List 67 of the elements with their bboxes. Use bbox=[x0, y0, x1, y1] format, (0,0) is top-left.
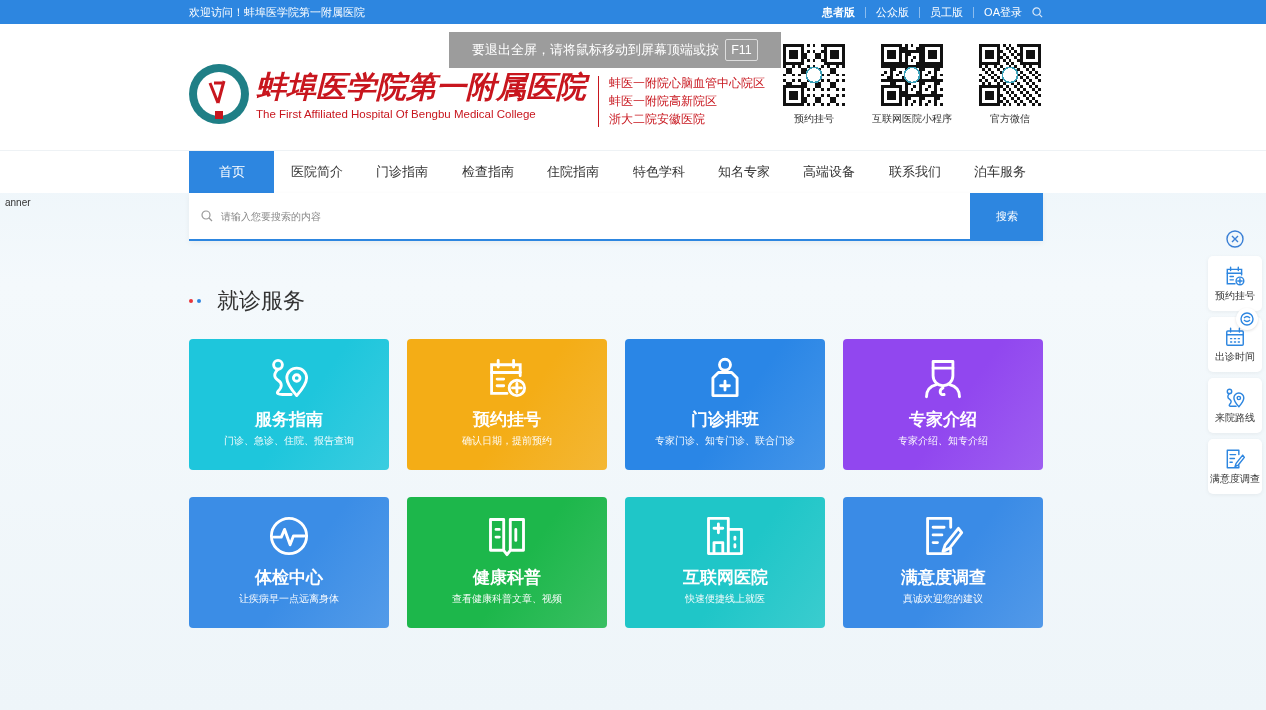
section-title: 就诊服务 bbox=[217, 287, 305, 315]
search-button[interactable]: 搜索 bbox=[970, 193, 1043, 239]
card-title: 预约挂号 bbox=[473, 409, 541, 431]
search-field[interactable]: 请输入您要搜索的内容 bbox=[219, 209, 970, 223]
title-dot bbox=[197, 299, 201, 303]
qr-code bbox=[783, 44, 845, 106]
calendar-icon bbox=[1224, 325, 1246, 348]
sync-icon bbox=[1240, 312, 1254, 326]
heartbeat-icon bbox=[267, 514, 311, 558]
card-title: 满意度调查 bbox=[900, 567, 986, 589]
calendar-icon bbox=[1224, 264, 1246, 287]
qr-code bbox=[979, 44, 1041, 106]
service-card[interactable]: 满意度调查 真诚欢迎您的建议 bbox=[843, 497, 1043, 628]
version-link[interactable]: OA登录 bbox=[973, 6, 1032, 18]
route-icon bbox=[1224, 386, 1246, 409]
nav-tab[interactable]: 医院简介 bbox=[274, 151, 360, 193]
nav-tab[interactable]: 泊车服务 bbox=[957, 151, 1043, 193]
qr-label: 预约挂号 bbox=[794, 112, 834, 126]
version-link[interactable]: 员工版 bbox=[919, 6, 974, 18]
search-icon[interactable] bbox=[1032, 6, 1043, 18]
hospital-english-name: The First Affiliated Hospital Of Bengbu Medical College bbox=[256, 108, 537, 120]
card-title: 门诊排班 bbox=[691, 409, 759, 431]
search-icon bbox=[201, 210, 213, 222]
version-link[interactable]: 患者版 bbox=[812, 6, 866, 18]
service-card[interactable]: 体检中心 让疾病早一点远离身体 bbox=[189, 497, 389, 628]
card-title: 体检中心 bbox=[255, 567, 323, 589]
card-subtitle: 门诊、急诊、住院、报告查询 bbox=[224, 435, 354, 448]
nav-tab[interactable]: 住院指南 bbox=[530, 151, 616, 193]
campus-link[interactable]: 蚌医一附院心脑血管中心院区 bbox=[609, 75, 765, 91]
service-card[interactable]: 门诊排班 专家门诊、知专门诊、联合门诊 bbox=[625, 339, 825, 470]
card-subtitle: 确认日期，提前预约 bbox=[462, 435, 552, 448]
campus-link[interactable]: 蚌医一附院高新院区 bbox=[609, 93, 765, 109]
qr-label: 官方微信 bbox=[990, 112, 1030, 126]
nav-tab[interactable]: 联系我们 bbox=[872, 151, 958, 193]
nav-tab[interactable]: 特色学科 bbox=[616, 151, 702, 193]
campus-link[interactable]: 浙大二院安徽医院 bbox=[609, 111, 765, 127]
card-title: 服务指南 bbox=[255, 409, 323, 431]
nav-tab[interactable]: 高端设备 bbox=[786, 151, 873, 193]
side-shortcut[interactable]: 出诊时间 bbox=[1208, 317, 1262, 372]
card-subtitle: 查看健康科普文章、视频 bbox=[452, 593, 562, 606]
nav-tab[interactable]: 门诊指南 bbox=[359, 151, 446, 193]
key-hint: F11 bbox=[725, 39, 758, 61]
service-card[interactable]: 专家介绍 专家介绍、知专介绍 bbox=[843, 339, 1043, 470]
form-icon bbox=[1224, 447, 1246, 470]
card-subtitle: 真诚欢迎您的建议 bbox=[903, 593, 983, 606]
nav-tab[interactable]: 知名专家 bbox=[701, 151, 787, 193]
emblem-icon bbox=[188, 63, 250, 125]
side-shortcut[interactable]: 满意度调查 bbox=[1208, 439, 1262, 494]
card-subtitle: 快速便捷线上就医 bbox=[685, 593, 765, 606]
side-shortcut[interactable]: 来院路线 bbox=[1208, 378, 1262, 433]
nav-tab[interactable]: 首页 bbox=[189, 151, 275, 193]
card-subtitle: 专家门诊、知专门诊、联合门诊 bbox=[655, 435, 795, 448]
qr-label: 互联网医院小程序 bbox=[872, 112, 952, 126]
card-subtitle: 专家介绍、知专介绍 bbox=[898, 435, 988, 448]
qr-code bbox=[881, 44, 943, 106]
close-icon[interactable] bbox=[1226, 230, 1244, 248]
card-title: 互联网医院 bbox=[682, 567, 768, 589]
broken-image-text: anner bbox=[4, 196, 32, 210]
fullscreen-notice: 要退出全屏，请将鼠标移动到屏幕顶端或按 bbox=[472, 41, 720, 59]
version-link[interactable]: 公众版 bbox=[865, 6, 920, 18]
card-title: 专家介绍 bbox=[909, 409, 977, 431]
card-subtitle: 让疾病早一点远离身体 bbox=[239, 593, 339, 606]
title-dot bbox=[189, 299, 193, 303]
nav-tab[interactable]: 检查指南 bbox=[445, 151, 531, 193]
welcome-text: 欢迎访问！蚌埠医学院第一附属医院 bbox=[189, 4, 366, 20]
side-shortcut[interactable]: 预约挂号 bbox=[1208, 256, 1262, 311]
card-title: 健康科普 bbox=[473, 567, 541, 589]
